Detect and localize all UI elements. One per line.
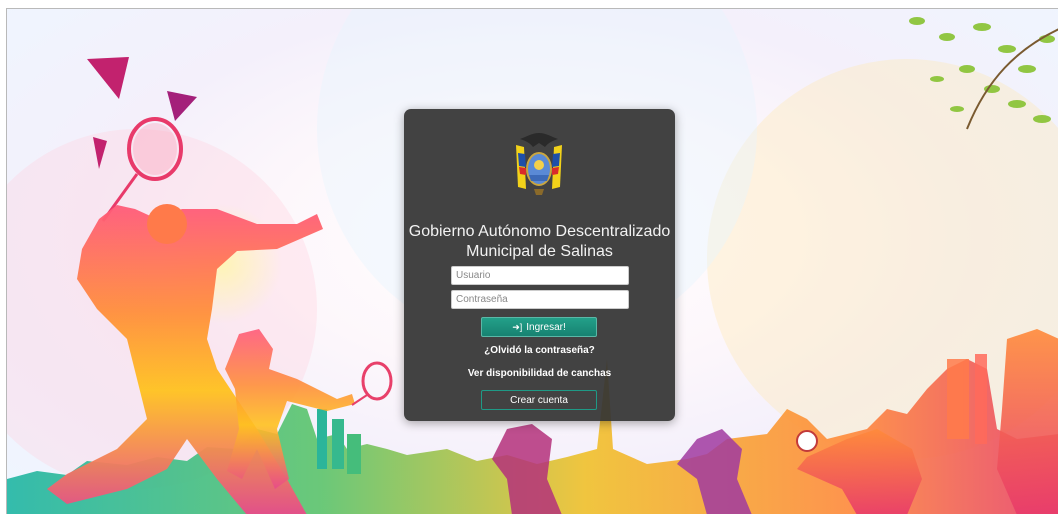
create-account-button[interactable]: Crear cuenta [481, 390, 597, 410]
forgot-password-link[interactable]: ¿Olvidó la contraseña? [404, 345, 675, 356]
username-input[interactable] [451, 266, 629, 285]
page: Gobierno Autónomo Descentralizado Munici… [0, 0, 1058, 514]
login-button-label: Ingresar! [526, 321, 566, 333]
sign-in-icon: ➜] [512, 321, 523, 332]
organization-title: Gobierno Autónomo Descentralizado Munici… [404, 222, 675, 262]
login-card: Gobierno Autónomo Descentralizado Munici… [404, 109, 675, 421]
login-button[interactable]: ➜] Ingresar! [481, 317, 597, 337]
background-frame: Gobierno Autónomo Descentralizado Munici… [6, 8, 1058, 514]
ecuador-coat-of-arms-icon [516, 133, 562, 195]
courts-availability-link[interactable]: Ver disponibilidad de canchas [404, 368, 675, 379]
organization-title-line1: Gobierno Autónomo Descentralizado [408, 223, 671, 240]
password-input[interactable] [451, 290, 629, 309]
organization-title-line2: Municipal de Salinas [466, 243, 613, 260]
